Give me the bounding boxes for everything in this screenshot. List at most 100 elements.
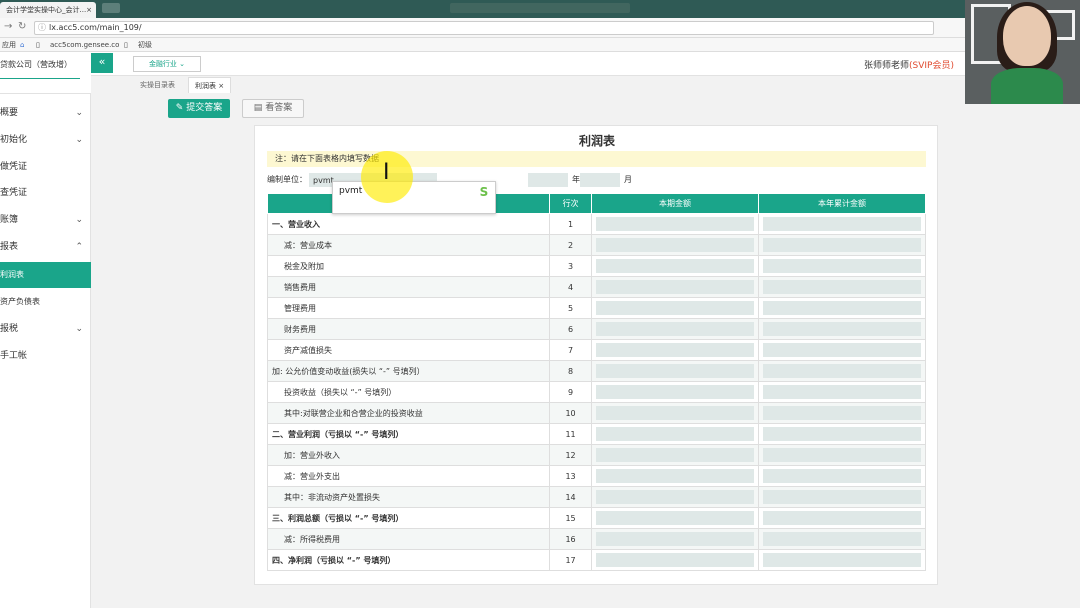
row-line-number: 10 bbox=[549, 402, 592, 424]
page-title: 利润表 bbox=[578, 134, 615, 148]
ytd-amount-input[interactable] bbox=[762, 490, 921, 504]
ytd-amount-input[interactable] bbox=[762, 553, 921, 567]
submit-answer-button[interactable]: ✎ 提交答案 bbox=[168, 99, 230, 118]
ytd-amount-input[interactable] bbox=[762, 322, 921, 336]
chevron-down-icon: ⌄ bbox=[75, 215, 83, 225]
table-row: 二、营业利润（亏损以 “-” 号填列） 11 bbox=[266, 423, 927, 445]
view-answer-button[interactable]: ▤ 看答案 bbox=[242, 99, 304, 118]
ytd-amount-input[interactable] bbox=[762, 532, 921, 546]
ytd-amount-input[interactable] bbox=[762, 448, 921, 462]
close-icon[interactable]: × bbox=[218, 82, 224, 90]
row-line-number: 16 bbox=[549, 528, 592, 550]
company-underline bbox=[0, 78, 80, 79]
sidebar-item-make-voucher[interactable]: 做凭证 bbox=[0, 154, 91, 180]
ytd-amount-input[interactable] bbox=[762, 364, 921, 378]
table-row: 减：营业外支出 13 bbox=[266, 465, 927, 487]
row-ytd-amount-cell bbox=[757, 486, 927, 508]
home-icon[interactable]: ⌂ bbox=[20, 38, 24, 52]
sidebar-item-tax[interactable]: 报税 ⌄ bbox=[0, 316, 91, 342]
current-amount-input[interactable] bbox=[595, 217, 754, 231]
tab-practice-catalog[interactable]: 实操目录表 bbox=[134, 77, 181, 93]
bookmark-gensee[interactable]: acc5com.gensee.co bbox=[50, 38, 119, 52]
current-amount-input[interactable] bbox=[595, 364, 754, 378]
close-icon[interactable]: × bbox=[86, 2, 92, 18]
row-current-amount-cell bbox=[590, 465, 759, 487]
tab-income-statement[interactable]: 利润表 × bbox=[188, 77, 232, 93]
current-amount-input[interactable] bbox=[595, 259, 754, 273]
current-amount-input[interactable] bbox=[595, 238, 754, 252]
current-amount-input[interactable] bbox=[595, 427, 754, 441]
user-info[interactable]: 张师师老师(SVIP会员) bbox=[864, 58, 954, 71]
year-label: 年 bbox=[572, 175, 580, 184]
current-amount-input[interactable] bbox=[595, 406, 754, 420]
url-field[interactable]: ⓘ lx.acc5.com/main_109/ bbox=[34, 21, 934, 35]
row-item-label: 三、利润总额（亏损以 “-” 号填列） bbox=[266, 507, 551, 529]
ytd-amount-input[interactable] bbox=[762, 280, 921, 294]
text-cursor-icon: I bbox=[383, 160, 390, 185]
current-amount-input[interactable] bbox=[595, 553, 754, 567]
row-current-amount-cell bbox=[590, 360, 759, 382]
chevron-down-icon: ⌄ bbox=[179, 60, 186, 68]
bookmark-apps[interactable]: 应用 bbox=[2, 38, 16, 52]
chevron-up-icon: ⌃ bbox=[75, 242, 83, 252]
current-amount-input[interactable] bbox=[595, 532, 754, 546]
row-item-label: 减：营业外支出 bbox=[266, 465, 551, 487]
current-amount-input[interactable] bbox=[595, 469, 754, 483]
row-ytd-amount-cell bbox=[757, 423, 927, 445]
sidebar-item-label: 手工帐 bbox=[0, 351, 28, 361]
edit-icon: ✎ bbox=[175, 103, 184, 113]
ytd-amount-input[interactable] bbox=[762, 427, 921, 441]
row-item-label: 四、净利润（亏损以 “-” 号填列） bbox=[266, 549, 551, 571]
ytd-amount-input[interactable] bbox=[762, 301, 921, 315]
current-amount-input[interactable] bbox=[595, 385, 754, 399]
table-row: 减：所得税费用 16 bbox=[266, 528, 927, 550]
ytd-amount-input[interactable] bbox=[762, 238, 921, 252]
year-input[interactable] bbox=[528, 173, 568, 187]
back-icon[interactable]: → bbox=[4, 21, 12, 32]
browser-tab[interactable]: 会计学堂实操中心_会计... × bbox=[0, 2, 96, 18]
current-amount-input[interactable] bbox=[595, 343, 754, 357]
ytd-amount-input[interactable] bbox=[762, 385, 921, 399]
sidebar-item-label: 账簿 bbox=[0, 215, 19, 225]
row-ytd-amount-cell bbox=[757, 213, 927, 235]
collapse-sidebar-button[interactable]: « bbox=[91, 53, 113, 73]
row-current-amount-cell bbox=[590, 318, 759, 340]
reload-icon[interactable]: ↻ bbox=[18, 21, 26, 32]
industry-dropdown[interactable]: 金融行业 ⌄ bbox=[133, 56, 201, 72]
sidebar-item-balance-sheet[interactable]: 资产负债表 bbox=[0, 289, 91, 315]
ytd-amount-input[interactable] bbox=[762, 217, 921, 231]
income-statement-table: 行次 本期金额 本年累计金额 一、营业收入 1 减：营业成本 2 税金及附加 3 销售费用 4… bbox=[266, 193, 927, 571]
row-current-amount-cell bbox=[590, 297, 759, 319]
sidebar-item-reports[interactable]: 报表 ⌃ bbox=[0, 234, 91, 260]
row-item-label: 其中：非流动资产处置损失 bbox=[266, 486, 551, 508]
sidebar-item-init[interactable]: 初始化 ⌄ bbox=[0, 127, 91, 153]
new-tab-button[interactable] bbox=[102, 3, 120, 13]
row-line-number: 2 bbox=[549, 234, 592, 256]
current-amount-input[interactable] bbox=[595, 301, 754, 315]
current-amount-input[interactable] bbox=[595, 448, 754, 462]
ytd-amount-input[interactable] bbox=[762, 259, 921, 273]
sidebar-item-label: 初始化 bbox=[0, 135, 28, 145]
sidebar-item-label: 报表 bbox=[0, 242, 19, 252]
row-item-label: 加: 公允价值变动收益(损失以 “-” 号填列） bbox=[266, 360, 551, 382]
current-amount-input[interactable] bbox=[595, 280, 754, 294]
bookmark-junior[interactable]: 初级 bbox=[138, 38, 152, 52]
sidebar-item-manual-ledger[interactable]: 手工帐 bbox=[0, 343, 91, 369]
current-amount-input[interactable] bbox=[595, 490, 754, 504]
ytd-amount-input[interactable] bbox=[762, 469, 921, 483]
current-amount-input[interactable] bbox=[595, 322, 754, 336]
current-amount-input[interactable] bbox=[595, 511, 754, 525]
sidebar-item-income-statement[interactable]: 利润表 bbox=[0, 262, 91, 288]
autocomplete-popup[interactable]: pvmt S bbox=[332, 181, 496, 214]
ytd-amount-input[interactable] bbox=[762, 343, 921, 357]
page-info-icon: ⓘ bbox=[38, 23, 46, 32]
sidebar-item-ledger[interactable]: 账簿 ⌄ bbox=[0, 207, 91, 233]
sidebar-item-overview[interactable]: 概要 ⌄ bbox=[0, 100, 91, 126]
row-ytd-amount-cell bbox=[757, 444, 927, 466]
sidebar-item-check-voucher[interactable]: 查凭证 bbox=[0, 180, 91, 206]
month-input[interactable] bbox=[580, 173, 620, 187]
ytd-amount-input[interactable] bbox=[762, 511, 921, 525]
submit-label: 提交答案 bbox=[186, 103, 223, 113]
row-ytd-amount-cell bbox=[757, 402, 927, 424]
ytd-amount-input[interactable] bbox=[762, 406, 921, 420]
